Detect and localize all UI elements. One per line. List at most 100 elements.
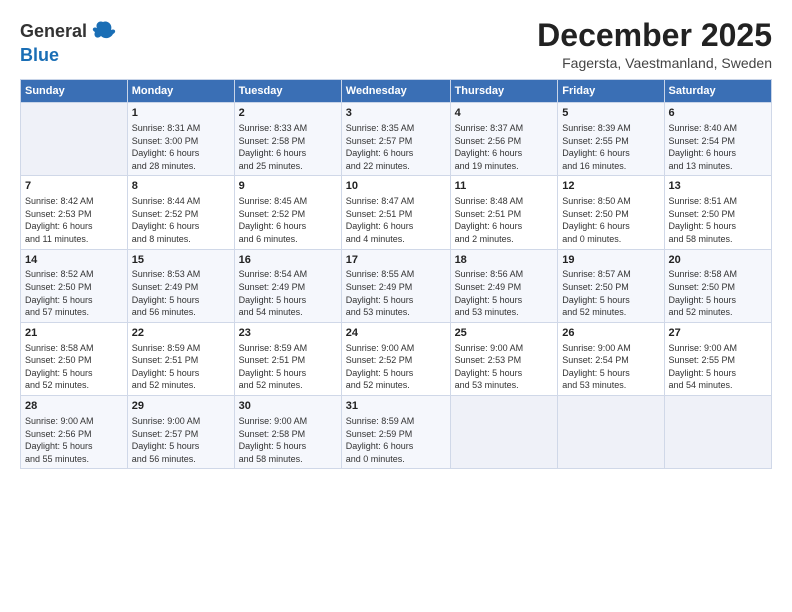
day-number: 13 — [669, 179, 767, 194]
calendar-day-7: 7Sunrise: 8:42 AM Sunset: 2:53 PM Daylig… — [21, 176, 128, 249]
calendar-day-29: 29Sunrise: 9:00 AM Sunset: 2:57 PM Dayli… — [127, 396, 234, 469]
day-info: Sunrise: 8:31 AM Sunset: 3:00 PM Dayligh… — [132, 122, 230, 172]
calendar-page: General Blue December 2025 Fagersta, Vae… — [0, 0, 792, 612]
day-number: 31 — [346, 399, 446, 414]
weekday-header-thursday: Thursday — [450, 80, 558, 103]
calendar-day-1: 1Sunrise: 8:31 AM Sunset: 3:00 PM Daylig… — [127, 103, 234, 176]
day-info: Sunrise: 8:35 AM Sunset: 2:57 PM Dayligh… — [346, 122, 446, 172]
day-info: Sunrise: 8:54 AM Sunset: 2:49 PM Dayligh… — [239, 268, 337, 318]
day-number: 22 — [132, 326, 230, 341]
weekday-header-sunday: Sunday — [21, 80, 128, 103]
location-subtitle: Fagersta, Vaestmanland, Sweden — [537, 55, 772, 71]
calendar-day-16: 16Sunrise: 8:54 AM Sunset: 2:49 PM Dayli… — [234, 249, 341, 322]
day-number: 20 — [669, 253, 767, 268]
calendar-day-31: 31Sunrise: 8:59 AM Sunset: 2:59 PM Dayli… — [341, 396, 450, 469]
calendar-day-5: 5Sunrise: 8:39 AM Sunset: 2:55 PM Daylig… — [558, 103, 664, 176]
logo-general: General — [20, 21, 87, 41]
day-number: 19 — [562, 253, 659, 268]
logo-blue: Blue — [20, 45, 59, 65]
day-number: 8 — [132, 179, 230, 194]
calendar-day-8: 8Sunrise: 8:44 AM Sunset: 2:52 PM Daylig… — [127, 176, 234, 249]
day-info: Sunrise: 8:44 AM Sunset: 2:52 PM Dayligh… — [132, 195, 230, 245]
day-number: 26 — [562, 326, 659, 341]
day-info: Sunrise: 9:00 AM Sunset: 2:52 PM Dayligh… — [346, 342, 446, 392]
calendar-day-4: 4Sunrise: 8:37 AM Sunset: 2:56 PM Daylig… — [450, 103, 558, 176]
day-info: Sunrise: 9:00 AM Sunset: 2:53 PM Dayligh… — [455, 342, 554, 392]
day-info: Sunrise: 9:00 AM Sunset: 2:57 PM Dayligh… — [132, 415, 230, 465]
day-number: 5 — [562, 106, 659, 121]
day-number: 25 — [455, 326, 554, 341]
calendar-day-18: 18Sunrise: 8:56 AM Sunset: 2:49 PM Dayli… — [450, 249, 558, 322]
day-number: 1 — [132, 106, 230, 121]
day-number: 9 — [239, 179, 337, 194]
day-info: Sunrise: 8:58 AM Sunset: 2:50 PM Dayligh… — [669, 268, 767, 318]
day-info: Sunrise: 8:48 AM Sunset: 2:51 PM Dayligh… — [455, 195, 554, 245]
day-info: Sunrise: 8:40 AM Sunset: 2:54 PM Dayligh… — [669, 122, 767, 172]
day-number: 18 — [455, 253, 554, 268]
calendar-empty-cell — [558, 396, 664, 469]
weekday-header-friday: Friday — [558, 80, 664, 103]
day-number: 6 — [669, 106, 767, 121]
day-info: Sunrise: 8:47 AM Sunset: 2:51 PM Dayligh… — [346, 195, 446, 245]
day-number: 29 — [132, 399, 230, 414]
day-info: Sunrise: 8:58 AM Sunset: 2:50 PM Dayligh… — [25, 342, 123, 392]
calendar-week-row: 28Sunrise: 9:00 AM Sunset: 2:56 PM Dayli… — [21, 396, 772, 469]
day-number: 11 — [455, 179, 554, 194]
calendar-day-12: 12Sunrise: 8:50 AM Sunset: 2:50 PM Dayli… — [558, 176, 664, 249]
header: General Blue December 2025 Fagersta, Vae… — [20, 18, 772, 71]
calendar-day-9: 9Sunrise: 8:45 AM Sunset: 2:52 PM Daylig… — [234, 176, 341, 249]
day-number: 16 — [239, 253, 337, 268]
title-block: December 2025 Fagersta, Vaestmanland, Sw… — [537, 18, 772, 71]
day-number: 4 — [455, 106, 554, 121]
day-info: Sunrise: 9:00 AM Sunset: 2:54 PM Dayligh… — [562, 342, 659, 392]
day-info: Sunrise: 9:00 AM Sunset: 2:58 PM Dayligh… — [239, 415, 337, 465]
day-info: Sunrise: 8:56 AM Sunset: 2:49 PM Dayligh… — [455, 268, 554, 318]
day-info: Sunrise: 8:55 AM Sunset: 2:49 PM Dayligh… — [346, 268, 446, 318]
day-number: 28 — [25, 399, 123, 414]
day-info: Sunrise: 8:53 AM Sunset: 2:49 PM Dayligh… — [132, 268, 230, 318]
day-number: 10 — [346, 179, 446, 194]
day-info: Sunrise: 8:51 AM Sunset: 2:50 PM Dayligh… — [669, 195, 767, 245]
calendar-empty-cell — [21, 103, 128, 176]
day-info: Sunrise: 9:00 AM Sunset: 2:55 PM Dayligh… — [669, 342, 767, 392]
calendar-week-row: 7Sunrise: 8:42 AM Sunset: 2:53 PM Daylig… — [21, 176, 772, 249]
calendar-day-14: 14Sunrise: 8:52 AM Sunset: 2:50 PM Dayli… — [21, 249, 128, 322]
day-info: Sunrise: 8:57 AM Sunset: 2:50 PM Dayligh… — [562, 268, 659, 318]
day-number: 14 — [25, 253, 123, 268]
weekday-header-row: SundayMondayTuesdayWednesdayThursdayFrid… — [21, 80, 772, 103]
day-info: Sunrise: 8:59 AM Sunset: 2:59 PM Dayligh… — [346, 415, 446, 465]
calendar-day-17: 17Sunrise: 8:55 AM Sunset: 2:49 PM Dayli… — [341, 249, 450, 322]
calendar-day-23: 23Sunrise: 8:59 AM Sunset: 2:51 PM Dayli… — [234, 322, 341, 395]
calendar-day-28: 28Sunrise: 9:00 AM Sunset: 2:56 PM Dayli… — [21, 396, 128, 469]
weekday-header-wednesday: Wednesday — [341, 80, 450, 103]
calendar-day-10: 10Sunrise: 8:47 AM Sunset: 2:51 PM Dayli… — [341, 176, 450, 249]
day-info: Sunrise: 9:00 AM Sunset: 2:56 PM Dayligh… — [25, 415, 123, 465]
day-number: 23 — [239, 326, 337, 341]
day-number: 7 — [25, 179, 123, 194]
calendar-day-30: 30Sunrise: 9:00 AM Sunset: 2:58 PM Dayli… — [234, 396, 341, 469]
weekday-header-saturday: Saturday — [664, 80, 771, 103]
calendar-week-row: 21Sunrise: 8:58 AM Sunset: 2:50 PM Dayli… — [21, 322, 772, 395]
day-number: 2 — [239, 106, 337, 121]
calendar-day-20: 20Sunrise: 8:58 AM Sunset: 2:50 PM Dayli… — [664, 249, 771, 322]
calendar-table: SundayMondayTuesdayWednesdayThursdayFrid… — [20, 79, 772, 469]
day-info: Sunrise: 8:33 AM Sunset: 2:58 PM Dayligh… — [239, 122, 337, 172]
day-info: Sunrise: 8:59 AM Sunset: 2:51 PM Dayligh… — [132, 342, 230, 392]
calendar-day-11: 11Sunrise: 8:48 AM Sunset: 2:51 PM Dayli… — [450, 176, 558, 249]
day-number: 3 — [346, 106, 446, 121]
calendar-day-22: 22Sunrise: 8:59 AM Sunset: 2:51 PM Dayli… — [127, 322, 234, 395]
weekday-header-monday: Monday — [127, 80, 234, 103]
calendar-day-24: 24Sunrise: 9:00 AM Sunset: 2:52 PM Dayli… — [341, 322, 450, 395]
calendar-day-19: 19Sunrise: 8:57 AM Sunset: 2:50 PM Dayli… — [558, 249, 664, 322]
day-info: Sunrise: 8:52 AM Sunset: 2:50 PM Dayligh… — [25, 268, 123, 318]
day-number: 12 — [562, 179, 659, 194]
day-number: 24 — [346, 326, 446, 341]
calendar-week-row: 1Sunrise: 8:31 AM Sunset: 3:00 PM Daylig… — [21, 103, 772, 176]
calendar-day-27: 27Sunrise: 9:00 AM Sunset: 2:55 PM Dayli… — [664, 322, 771, 395]
calendar-day-13: 13Sunrise: 8:51 AM Sunset: 2:50 PM Dayli… — [664, 176, 771, 249]
day-number: 15 — [132, 253, 230, 268]
calendar-day-3: 3Sunrise: 8:35 AM Sunset: 2:57 PM Daylig… — [341, 103, 450, 176]
calendar-empty-cell — [450, 396, 558, 469]
day-info: Sunrise: 8:50 AM Sunset: 2:50 PM Dayligh… — [562, 195, 659, 245]
day-info: Sunrise: 8:42 AM Sunset: 2:53 PM Dayligh… — [25, 195, 123, 245]
